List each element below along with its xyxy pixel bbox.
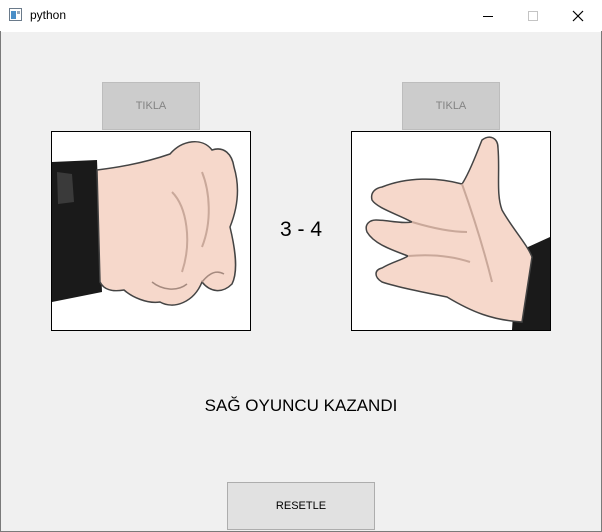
close-button[interactable]	[555, 0, 601, 31]
right-tikla-button[interactable]: TIKLA	[402, 82, 500, 130]
left-tikla-button[interactable]: TIKLA	[102, 82, 200, 130]
minimize-icon	[483, 15, 493, 17]
close-icon	[572, 10, 584, 21]
title-bar: python	[0, 0, 602, 32]
rock-hand-icon	[52, 141, 239, 306]
maximize-icon	[528, 10, 538, 21]
right-hand-image	[351, 131, 551, 331]
window-title: python	[30, 8, 67, 22]
minimize-button[interactable]	[465, 0, 511, 31]
reset-button[interactable]: RESETLE	[227, 482, 375, 530]
paper-hand-icon	[365, 136, 550, 330]
maximize-button[interactable]	[510, 0, 556, 31]
score-display: 3 - 4	[279, 218, 323, 241]
left-hand-image	[51, 131, 251, 331]
app-icon	[9, 8, 22, 21]
result-message: SAĞ OYUNCU KAZANDI	[204, 396, 398, 415]
